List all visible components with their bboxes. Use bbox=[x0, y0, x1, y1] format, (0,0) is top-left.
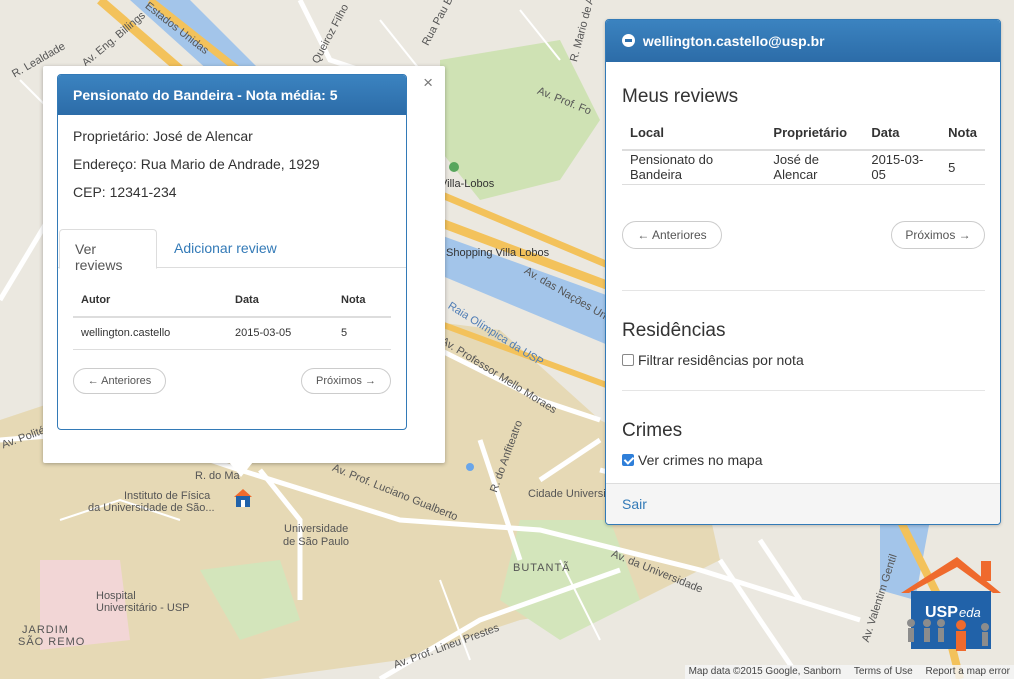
info-window: × Pensionato do Bandeira - Nota média: 5… bbox=[43, 66, 445, 477]
close-icon[interactable]: × bbox=[423, 74, 433, 92]
owner-text: Proprietário: José de Alencar bbox=[73, 128, 253, 144]
park-label: Villa-Lobos bbox=[440, 178, 495, 190]
map-data-text: Map data ©2015 Google, Sanborn bbox=[688, 666, 842, 677]
reviews-table: Autor Data Nota wellington.castello 2015… bbox=[73, 283, 391, 350]
table-cell: Pensionato do Bandeira bbox=[622, 150, 766, 185]
section-title: Residências bbox=[622, 320, 726, 341]
terms-link[interactable]: Terms of Use bbox=[854, 666, 913, 677]
info-panel-title: Pensionato do Bandeira - Nota média: 5 bbox=[58, 75, 406, 115]
district-label: JARDIM bbox=[22, 624, 69, 636]
cep-text: CEP: 12341-234 bbox=[73, 184, 177, 200]
poi-label: Instituto de Física bbox=[124, 490, 211, 502]
logo-eda-text: eda bbox=[959, 605, 981, 620]
poi-label: de São Paulo bbox=[283, 536, 350, 548]
logout-link[interactable]: Sair bbox=[622, 496, 647, 512]
user-email: wellington.castello@usp.br bbox=[642, 33, 825, 49]
user-panel-header[interactable]: wellington.castello@usp.br bbox=[606, 20, 1000, 62]
column-header: Data bbox=[227, 283, 333, 318]
district-label: BUTANTÃ bbox=[513, 562, 571, 574]
poi-label: da Universidade de São... bbox=[88, 502, 215, 514]
map-attribution: Map data ©2015 Google, Sanborn Terms of … bbox=[684, 665, 1014, 679]
user-panel: wellington.castello@usp.br Meus reviews … bbox=[605, 19, 1001, 525]
filter-residences-option[interactable]: Filtrar residências por nota bbox=[622, 352, 804, 368]
poi-label: Universitário - USP bbox=[96, 602, 190, 614]
district-label: SÃO REMO bbox=[18, 636, 86, 648]
table-row[interactable]: Pensionato do Bandeira José de Alencar 2… bbox=[622, 150, 985, 185]
tab-view-reviews[interactable]: Ver reviews bbox=[59, 229, 157, 273]
column-header: Nota bbox=[940, 116, 985, 151]
uspeda-logo: USP eda bbox=[897, 553, 1005, 657]
info-panel-body: Proprietário: José de Alencar Endereço: … bbox=[58, 115, 406, 199]
table-cell: 2015-03-05 bbox=[863, 150, 941, 185]
poi-label: Hospital bbox=[96, 590, 136, 602]
info-window-tail bbox=[229, 462, 253, 477]
checkbox-label: Filtrar residências por nota bbox=[638, 352, 804, 368]
poi-label: Shopping Villa Lobos bbox=[446, 247, 550, 259]
logo-usp-text: USP bbox=[925, 604, 958, 621]
section-title: Crimes bbox=[622, 420, 683, 441]
crimes-checkbox[interactable] bbox=[622, 454, 634, 466]
show-crimes-option[interactable]: Ver crimes no mapa bbox=[622, 452, 763, 468]
next-button[interactable]: Próximos → bbox=[301, 368, 391, 394]
table-cell: 2015-03-05 bbox=[227, 317, 333, 350]
table-cell: wellington.castello bbox=[73, 317, 227, 350]
tab-add-review[interactable]: Adicionar review bbox=[159, 229, 292, 269]
panel-footer: Sair bbox=[606, 483, 1000, 524]
collapse-icon[interactable] bbox=[622, 34, 635, 47]
next-button[interactable]: Próximos → bbox=[891, 221, 985, 249]
poi-label: Cidade Universi bbox=[528, 488, 606, 500]
tab-bar: Ver reviews Adicionar review bbox=[58, 229, 406, 273]
table-cell: José de Alencar bbox=[765, 150, 864, 185]
previous-button[interactable]: ← Anteriores bbox=[622, 221, 722, 249]
table-cell: 5 bbox=[333, 317, 391, 350]
table-row: wellington.castello 2015-03-05 5 bbox=[73, 317, 391, 350]
section-title: Meus reviews bbox=[622, 86, 739, 107]
checkbox-label: Ver crimes no mapa bbox=[638, 452, 763, 468]
column-header: Data bbox=[863, 116, 941, 151]
filter-checkbox[interactable] bbox=[622, 354, 634, 366]
divider bbox=[622, 290, 985, 291]
previous-button[interactable]: ← Anteriores bbox=[73, 368, 166, 394]
my-reviews-table: Local Proprietário Data Nota Pensionato … bbox=[622, 116, 985, 185]
report-error-link[interactable]: Report a map error bbox=[926, 666, 1010, 677]
column-header: Nota bbox=[333, 283, 391, 318]
column-header: Local bbox=[622, 116, 766, 151]
address-text: Endereço: Rua Mario de Andrade, 1929 bbox=[73, 156, 320, 172]
table-cell: 5 bbox=[940, 150, 985, 185]
divider bbox=[622, 390, 985, 391]
column-header: Proprietário bbox=[765, 116, 864, 151]
poi-label: Universidade bbox=[284, 523, 349, 535]
info-panel: Pensionato do Bandeira - Nota média: 5 P… bbox=[57, 74, 407, 430]
column-header: Autor bbox=[73, 283, 227, 318]
